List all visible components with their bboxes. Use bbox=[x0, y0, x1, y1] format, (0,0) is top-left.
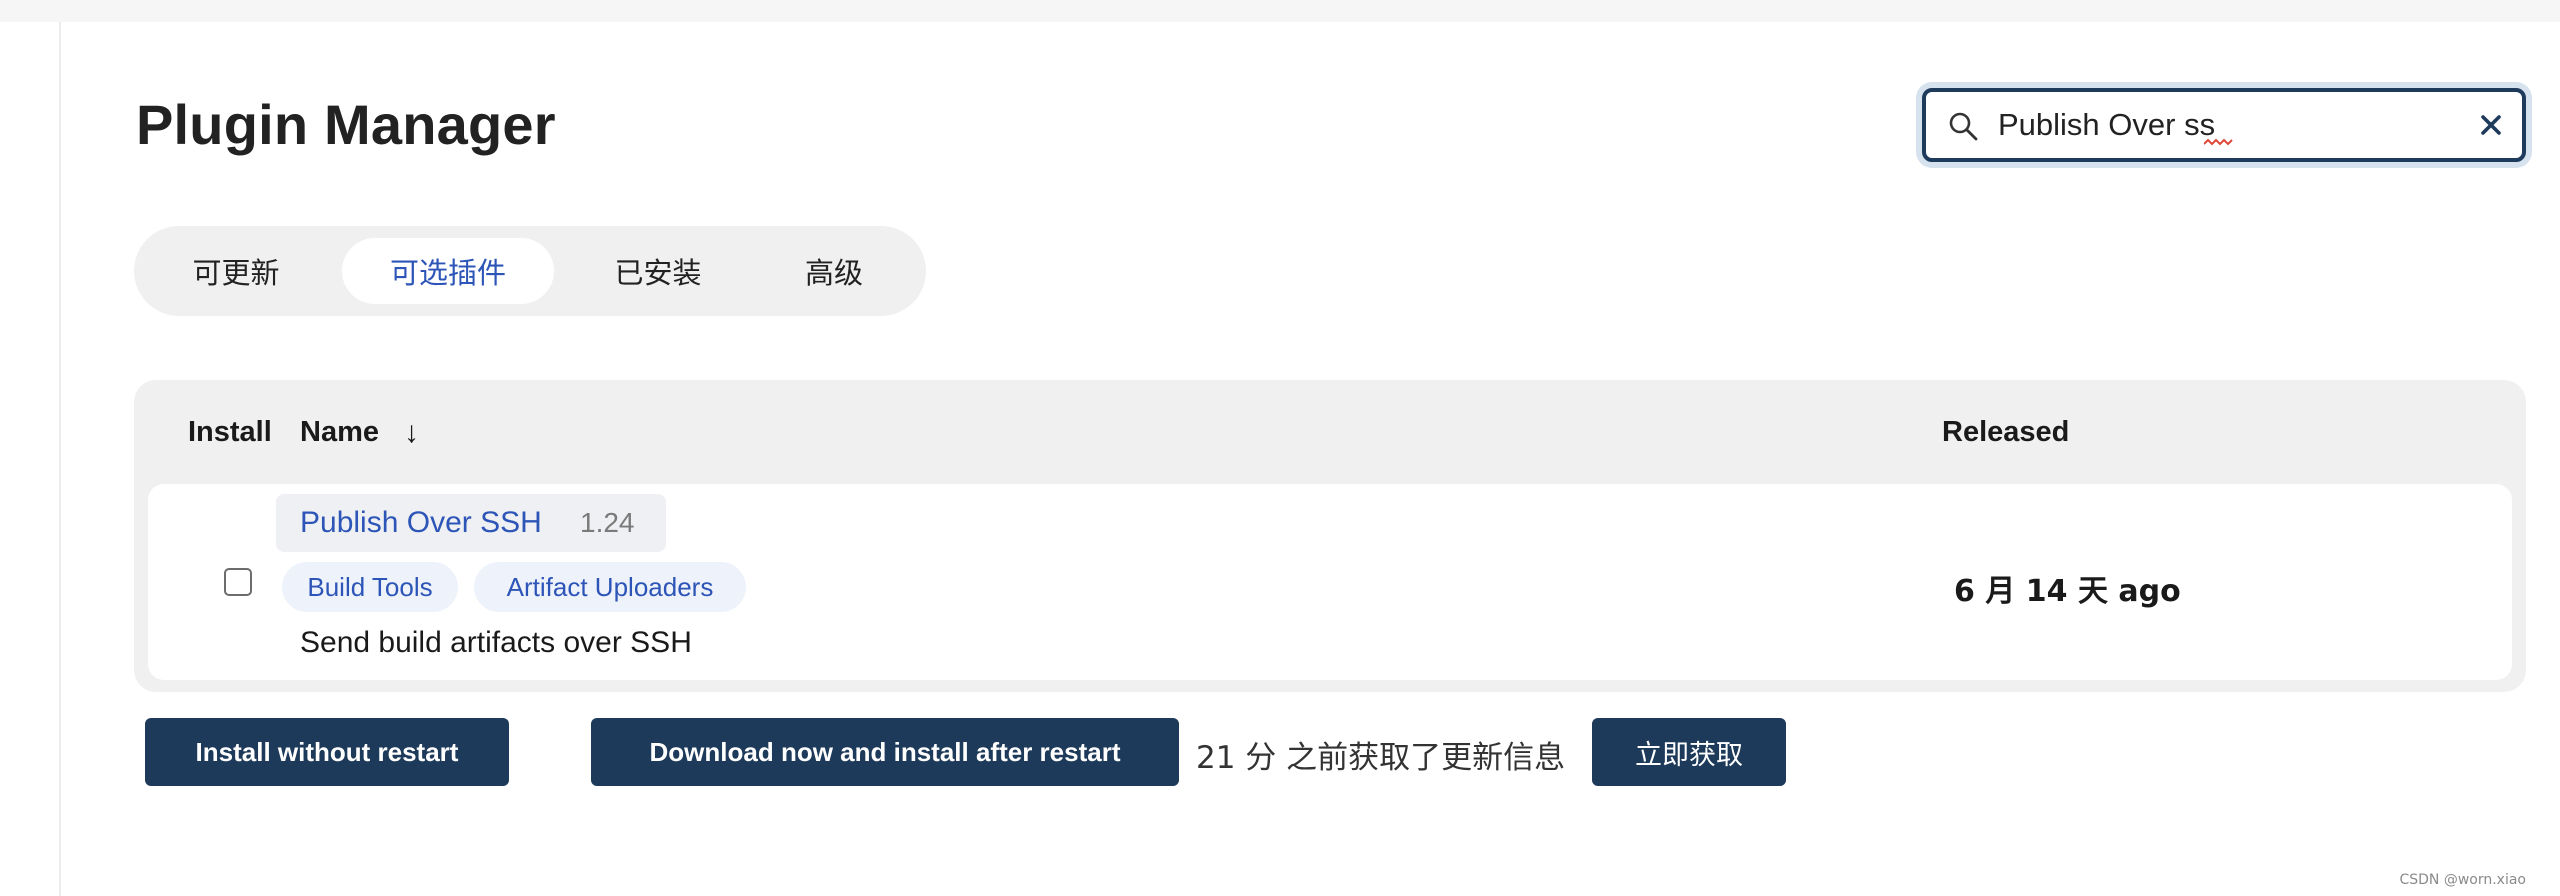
header-name[interactable]: Name bbox=[300, 416, 379, 449]
plugin-table: Install Name ↓ Released Publish Over SSH… bbox=[134, 380, 2526, 692]
close-icon bbox=[2481, 115, 2501, 135]
tag-artifact-uploaders[interactable]: Artifact Uploaders bbox=[474, 562, 746, 612]
plugin-tabs: 可更新 可选插件 已安装 高级 bbox=[134, 226, 926, 316]
watermark: CSDN @worn.xiao bbox=[2399, 872, 2526, 888]
tab-advanced[interactable]: 高级 bbox=[754, 238, 914, 304]
top-strip bbox=[0, 0, 2560, 22]
update-info-text: 21 分 之前获取了更新信息 bbox=[1196, 740, 1566, 776]
released-value: 6 月 14 天 ago bbox=[1954, 574, 2181, 609]
tab-updates[interactable]: 可更新 bbox=[146, 238, 326, 304]
download-install-after-restart-button[interactable]: Download now and install after restart bbox=[591, 718, 1179, 786]
header-install: Install bbox=[188, 416, 272, 448]
search-input[interactable] bbox=[1998, 92, 2458, 158]
clear-search-button[interactable] bbox=[2474, 108, 2508, 142]
header-released: Released bbox=[1942, 416, 2070, 448]
plugin-name-link[interactable]: Publish Over SSH bbox=[300, 506, 542, 540]
tab-installed[interactable]: 已安装 bbox=[568, 238, 748, 304]
plugin-name-chip: Publish Over SSH 1.24 bbox=[276, 494, 666, 552]
install-checkbox[interactable] bbox=[224, 568, 252, 596]
search-icon bbox=[1949, 112, 1978, 141]
search-box[interactable] bbox=[1922, 88, 2526, 162]
plugin-version: 1.24 bbox=[580, 507, 635, 538]
page-title: Plugin Manager bbox=[136, 93, 556, 156]
plugin-description: Send build artifacts over SSH bbox=[300, 626, 692, 659]
fetch-now-button[interactable]: 立即获取 bbox=[1592, 718, 1786, 786]
spellcheck-underline bbox=[2204, 138, 2233, 146]
sort-down-icon[interactable]: ↓ bbox=[404, 416, 419, 450]
sidebar-divider bbox=[59, 22, 61, 896]
table-row: Publish Over SSH 1.24 Build Tools Artifa… bbox=[148, 484, 2512, 680]
install-without-restart-button[interactable]: Install without restart bbox=[145, 718, 509, 786]
tag-build-tools[interactable]: Build Tools bbox=[282, 562, 458, 612]
tab-available[interactable]: 可选插件 bbox=[342, 238, 554, 304]
